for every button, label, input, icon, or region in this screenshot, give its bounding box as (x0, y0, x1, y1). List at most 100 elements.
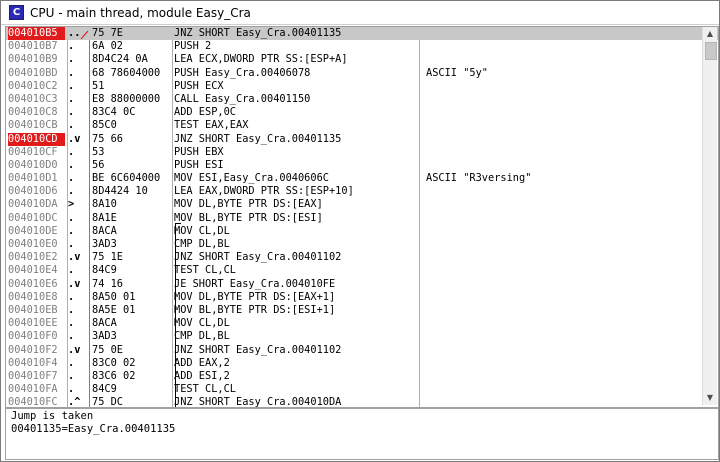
disassembly-row[interactable]: 004010DC. 8A1E MOV BL,BYTE PTR DS:[ESI] (6, 212, 718, 225)
address-cell: 004010E6 (8, 277, 58, 290)
disassembly-row[interactable]: 004010D6. 8D4424 10 LEA EAX,DWORD PTR SS:[… (6, 185, 718, 198)
disassembly-row[interactable]: 004010F0. 3AD3 CMP DL,BL (6, 330, 718, 343)
disassembly-rows: 004010B5.. 75 7E JNZ SHORT Easy_Cra.004011… (6, 27, 718, 408)
disassembly-row[interactable]: 004010B7. 6A 02 PUSH 2 (6, 40, 718, 53)
disassembly-row[interactable]: 004010E0. 3AD3 CMP DL,BL (6, 238, 718, 251)
address-cell: 004010F4 (8, 356, 58, 369)
instruction-cell: TEST EAX,EAX (174, 119, 249, 132)
hex-dump-cell: 8A10 (92, 198, 117, 211)
disassembly-row[interactable]: 004010E6 .v 74 16 JE SHORT Easy_Cra.004010F… (6, 278, 718, 291)
instruction-cell: MOV DL,BYTE PTR DS:[EAX] (174, 198, 323, 211)
disassembly-row[interactable]: 004010F4. 83C0 02 ADD EAX,2 (6, 357, 718, 370)
instruction-cell: MOV CL,DL (174, 317, 230, 330)
jump-marker: . (68, 66, 75, 79)
instruction-cell: MOV CL,DL (174, 224, 230, 237)
instruction-cell: JNZ SHORT Easy_Cra.00401102 (174, 251, 342, 264)
address-cell: 004010CB (8, 119, 58, 132)
instruction-cell: CMP DL,BL (174, 330, 230, 343)
instruction-cell: JNZ SHORT Easy_Cra.00401135 (174, 27, 342, 39)
address-cell: 004010DC (8, 211, 58, 224)
address-cell: 004010D6 (8, 185, 58, 198)
address-cell: 004010D1 (8, 172, 58, 185)
instruction-cell: TEST CL,CL (174, 383, 236, 396)
jump-marker: . (68, 79, 75, 92)
instruction-cell: MOV BL,BYTE PTR DS:[ESI+1] (174, 303, 336, 316)
jump-marker: . (68, 145, 75, 158)
disassembly-row[interactable]: 004010EE. 8ACA MOV CL,DL (6, 317, 718, 330)
jump-marker: . (68, 92, 75, 105)
jump-marker: . (68, 158, 75, 171)
jump-marker: . (68, 106, 75, 119)
jump-marker: . (68, 303, 75, 316)
instruction-cell: PUSH ECX (174, 79, 224, 92)
address-cell: 004010DE (8, 224, 58, 237)
hex-dump-cell: E8 88000000 (92, 92, 161, 105)
hex-dump-cell: 85C0 (92, 119, 117, 132)
jump-marker: .^ (68, 396, 81, 408)
disassembly-row[interactable]: 004010D0. 56 PUSH ESI (6, 159, 718, 172)
hex-dump-cell: 75 1E (92, 251, 123, 264)
disassembly-row[interactable]: 004010CB. 85C0 TEST EAX,EAX (6, 119, 718, 132)
vertical-scrollbar[interactable]: ▲ ▼ (702, 27, 717, 405)
hex-dump-cell: 3AD3 (92, 330, 117, 343)
scrollbar-thumb[interactable] (705, 42, 717, 60)
jump-marker: . (68, 383, 75, 396)
hex-dump-cell: 56 (92, 158, 105, 171)
disassembly-pane[interactable]: 004010B5.. 75 7E JNZ SHORT Easy_Cra.004011… (5, 26, 719, 408)
instruction-cell: ADD ESP,0C (174, 106, 236, 119)
address-cell: 004010FC (8, 396, 58, 408)
disassembly-row[interactable]: 004010CF. 53 PUSH EBX (6, 146, 718, 159)
hex-dump-cell: 8D4424 10 (92, 185, 148, 198)
scroll-up-arrow-icon[interactable]: ▲ (704, 28, 716, 40)
address-cell: 004010E2 (8, 251, 58, 264)
disassembly-row[interactable]: 004010B9. 8D4C24 0A LEA ECX,DWORD PTR SS:[… (6, 53, 718, 66)
hex-dump-cell: 83C0 02 (92, 356, 136, 369)
disassembly-row[interactable]: 004010D1. BE 6C604000 MOV ESI,Easy_Cra.004… (6, 172, 718, 185)
hex-dump-cell: 75 7E (92, 27, 123, 39)
disassembly-row[interactable]: 004010F7. 83C6 02 ADD ESI,2 (6, 370, 718, 383)
hex-dump-cell: 84C9 (92, 264, 117, 277)
jump-marker: . (68, 53, 75, 66)
disassembly-row[interactable]: 004010BD. 68 78604000 PUSH Easy_Cra.004060… (6, 67, 718, 80)
jump-marker: . (68, 185, 75, 198)
disassembly-row[interactable]: 004010FC .^ 75 DC JNZ SHORT Easy_Cra.004010… (6, 396, 718, 408)
disassembly-row[interactable]: 004010B5.. 75 7E JNZ SHORT Easy_Cra.004011… (6, 27, 718, 41)
hex-dump-cell: BE 6C604000 (92, 172, 161, 185)
disassembly-row[interactable]: 004010C3. E8 88000000 CALL Easy_Cra.004011… (6, 93, 718, 106)
jump-marker: . (68, 238, 75, 250)
hex-dump-cell: 8A5E 01 (92, 303, 136, 316)
instruction-cell: ADD ESI,2 (174, 369, 230, 382)
disassembly-row[interactable]: 004010CD .v 75 66 JNZ SHORT Easy_Cra.004011… (6, 132, 718, 146)
instruction-cell: MOV BL,BYTE PTR DS:[ESI] (174, 211, 323, 224)
address-cell: 004010F7 (8, 369, 58, 382)
disassembly-row[interactable]: 004010F2 .v 75 0E JNZ SHORT Easy_Cra.004011… (6, 344, 718, 357)
jump-marker: .v (68, 277, 81, 290)
disassembly-row[interactable]: 004010C2. 51 PUSH ECX (6, 80, 718, 93)
address-cell: 004010EE (8, 317, 58, 330)
disassembly-row[interactable]: 004010E4. 84C9 TEST CL,CL (6, 264, 718, 277)
address-cell: 004010E0 (8, 238, 58, 250)
instruction-cell: PUSH ESI (174, 158, 224, 171)
title-bar[interactable]: C CPU - main thread, module Easy_Cra (1, 1, 719, 25)
hex-dump-cell: 75 DC (92, 396, 123, 408)
address-cell: 004010CD (8, 132, 65, 146)
disassembly-row[interactable]: 004010DE. 8ACA MOV CL,DL (6, 225, 718, 238)
jump-marker: . (68, 172, 75, 185)
disassembly-row[interactable]: 004010E8. 8A50 01 MOV DL,BYTE PTR DS:[EAX+… (6, 291, 718, 304)
address-cell: 004010B9 (8, 53, 58, 66)
disassembly-row[interactable]: 004010C8. 83C4 0C ADD ESP,0C (6, 106, 718, 119)
jump-marker: . (68, 224, 75, 237)
info-pane[interactable]: Jump is taken 00401135=Easy_Cra.00401135 (5, 408, 719, 460)
scroll-down-arrow-icon[interactable]: ▼ (704, 392, 716, 404)
hex-dump-cell: 3AD3 (92, 238, 117, 250)
disassembly-row[interactable]: 004010FA. 84C9 TEST CL,CL (6, 383, 718, 396)
cpu-window: C CPU - main thread, module Easy_Cra 004… (0, 0, 720, 462)
jump-arrow-icon (80, 30, 89, 40)
instruction-cell: LEA EAX,DWORD PTR SS:[ESP+10] (174, 185, 354, 198)
jump-marker: > (68, 198, 75, 211)
hex-dump-cell: 8A1E (92, 211, 117, 224)
disassembly-row[interactable]: 004010E2 .v 75 1E JNZ SHORT Easy_Cra.004011… (6, 251, 718, 264)
disassembly-row[interactable]: 004010EB. 8A5E 01 MOV BL,BYTE PTR DS:[ESI+… (6, 304, 718, 317)
hex-dump-cell: 83C4 0C (92, 106, 136, 119)
disassembly-row[interactable]: 004010DA >8A10 MOV DL,BYTE PTR DS:[EAX] (6, 198, 718, 211)
